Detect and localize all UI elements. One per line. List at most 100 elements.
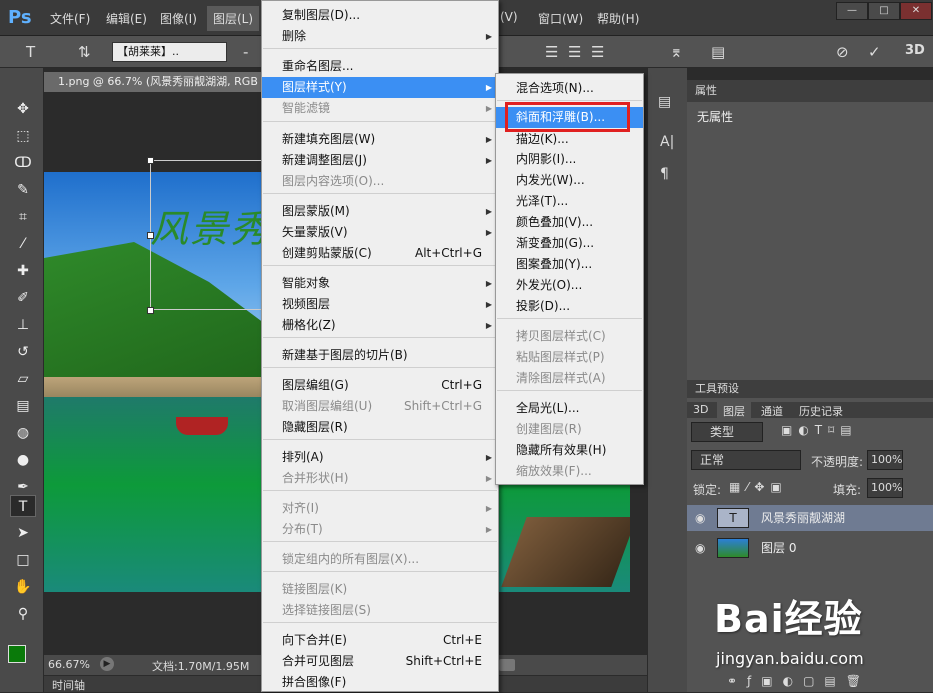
- lasso-tool-icon[interactable]: ↀ: [10, 152, 36, 174]
- layer-menu-item[interactable]: 删除 ▶: [262, 26, 498, 47]
- layer-style-menu-item[interactable]: 缩放效果(F)...: [496, 461, 643, 482]
- layer-menu-item[interactable]: 图层样式(Y) ▶: [262, 77, 498, 98]
- stamp-tool-icon[interactable]: ⊥: [10, 314, 36, 336]
- marquee-tool-icon[interactable]: ⬚: [10, 125, 36, 147]
- layer-menu-item[interactable]: 图层编组(G) Ctrl+G: [262, 375, 498, 396]
- layer-style-menu-item[interactable]: 全局光(L)...: [496, 398, 643, 419]
- layer-style-menu-item[interactable]: 描边(K)...: [496, 129, 643, 150]
- shape-tool-icon[interactable]: □: [10, 549, 36, 571]
- brush-tool-icon[interactable]: ✐: [10, 287, 36, 309]
- layer-menu-item[interactable]: 栅格化(Z) ▶: [262, 315, 498, 336]
- layer-menu-item[interactable]: 图层内容选项(O)...: [262, 171, 498, 192]
- tab-channels[interactable]: 通道: [761, 403, 783, 419]
- lock-icons[interactable]: ▦⁄✥▣: [729, 480, 788, 494]
- layer-menu-item[interactable]: 图层蒙版(M) ▶: [262, 201, 498, 222]
- menu-layer[interactable]: 图层(L): [207, 6, 260, 31]
- layer-style-menu-item[interactable]: 粘贴图层样式(P): [496, 347, 643, 368]
- font-style-field[interactable]: -: [243, 43, 248, 61]
- foreground-color-swatch[interactable]: [8, 645, 26, 663]
- gradient-tool-icon[interactable]: ▤: [10, 395, 36, 417]
- layer-menu-item[interactable]: 选择链接图层(S): [262, 600, 498, 621]
- text-bounding-box[interactable]: [150, 160, 265, 310]
- menu-file[interactable]: 文件(F): [50, 10, 90, 27]
- layer-menu-item[interactable]: 重命名图层...: [262, 56, 498, 77]
- dodge-tool-icon[interactable]: ●: [10, 449, 36, 471]
- panel-icon[interactable]: ▤: [658, 94, 671, 110]
- layer-menu-item[interactable]: 复制图层(D)...: [262, 5, 498, 26]
- menu-window[interactable]: 窗口(W): [538, 10, 583, 27]
- opacity-field[interactable]: 100%: [867, 450, 903, 470]
- eyedropper-tool-icon[interactable]: ⁄: [10, 233, 36, 255]
- path-select-tool-icon[interactable]: ➤: [10, 522, 36, 544]
- layer-menu-item[interactable]: 取消图层编组(U) Shift+Ctrl+G: [262, 396, 498, 417]
- layer-menu-item[interactable]: 创建剪贴蒙版(C) Alt+Ctrl+G: [262, 243, 498, 264]
- blend-mode-select[interactable]: 正常: [691, 450, 801, 470]
- layer-style-menu-item[interactable]: 渐变叠加(G)...: [496, 233, 643, 254]
- layer-style-menu-item[interactable]: 外发光(O)...: [496, 275, 643, 296]
- layer-menu-item[interactable]: 矢量蒙版(V) ▶: [262, 222, 498, 243]
- maximize-button[interactable]: □: [868, 2, 900, 20]
- move-tool-icon[interactable]: ✥: [10, 98, 36, 120]
- properties-header[interactable]: 属性: [687, 80, 933, 102]
- tool-presets-header[interactable]: 工具预设: [687, 380, 933, 398]
- layer-menu-item[interactable]: 新建调整图层(J) ▶: [262, 150, 498, 171]
- layer-style-menu-item[interactable]: 混合选项(N)...: [496, 78, 643, 99]
- layer-style-menu-item[interactable]: 隐藏所有效果(H): [496, 440, 643, 461]
- blur-tool-icon[interactable]: ◍: [10, 422, 36, 444]
- tab-3d[interactable]: 3D: [693, 403, 708, 416]
- layer-menu-item[interactable]: 新建填充图层(W) ▶: [262, 129, 498, 150]
- zoom-level[interactable]: 66.67%: [48, 658, 90, 671]
- cancel-icon[interactable]: ⊘: [836, 43, 849, 61]
- layer-menu-item[interactable]: 链接图层(K): [262, 579, 498, 600]
- layer-menu-item[interactable]: 隐藏图层(R): [262, 417, 498, 438]
- zoom-tool-icon[interactable]: ⚲: [10, 603, 36, 625]
- font-family-field[interactable]: 【胡莱莱】..: [112, 42, 227, 62]
- transform-handle[interactable]: [147, 307, 154, 314]
- layer-menu-item[interactable]: 分布(T) ▶: [262, 519, 498, 540]
- paragraph-panel-icon[interactable]: ¶: [660, 166, 669, 182]
- type-tool-icon[interactable]: T: [10, 495, 36, 517]
- 3d-icon[interactable]: 3D: [905, 43, 925, 58]
- menu-edit[interactable]: 编辑(E): [106, 10, 147, 27]
- layer-style-menu-item[interactable]: 投影(D)...: [496, 296, 643, 317]
- layer-menu-item[interactable]: 视频图层 ▶: [262, 294, 498, 315]
- warp-text-icon[interactable]: ⌆: [670, 43, 683, 61]
- menu-view[interactable]: (V): [500, 10, 518, 24]
- layer-style-menu-item[interactable]: 图案叠加(Y)...: [496, 254, 643, 275]
- history-brush-tool-icon[interactable]: ↺: [10, 341, 36, 363]
- transform-handle[interactable]: [147, 232, 154, 239]
- layer-menu-item[interactable]: 排列(A) ▶: [262, 447, 498, 468]
- layer-menu-item[interactable]: 合并形状(H) ▶: [262, 468, 498, 489]
- scrollbar-thumb[interactable]: [499, 659, 515, 671]
- status-menu-icon[interactable]: ▶: [100, 657, 114, 671]
- hand-tool-icon[interactable]: ✋: [10, 576, 36, 598]
- layer-row[interactable]: ◉ 图层 0: [687, 535, 933, 561]
- layer-menu-item[interactable]: 智能滤镜 ▶: [262, 98, 498, 119]
- layer-style-menu-item[interactable]: 光泽(T)...: [496, 191, 643, 212]
- quick-select-tool-icon[interactable]: ✎: [10, 179, 36, 201]
- commit-icon[interactable]: ✓: [868, 43, 881, 61]
- filter-icons[interactable]: ▣◐T⌑▤: [781, 423, 858, 437]
- crop-tool-icon[interactable]: ⌗: [10, 206, 36, 228]
- transform-handle[interactable]: [147, 157, 154, 164]
- align-left-icon[interactable]: ☰: [545, 43, 558, 61]
- character-panel-icon[interactable]: ▤: [711, 43, 725, 61]
- healing-tool-icon[interactable]: ✚: [10, 260, 36, 282]
- layer-menu-item[interactable]: 对齐(I) ▶: [262, 498, 498, 519]
- fill-field[interactable]: 100%: [867, 478, 903, 498]
- document-tab[interactable]: 1.png @ 66.7% (风景秀丽靓湖湖, RGB: [44, 72, 294, 92]
- layer-style-menu-item[interactable]: 清除图层样式(A): [496, 368, 643, 389]
- align-center-icon[interactable]: ☰: [568, 43, 581, 61]
- layer-name[interactable]: 图层 0: [761, 535, 796, 561]
- align-right-icon[interactable]: ☰: [591, 43, 604, 61]
- layer-menu-item[interactable]: 锁定组内的所有图层(X)...: [262, 549, 498, 570]
- close-button[interactable]: ✕: [900, 2, 932, 20]
- layer-menu-item[interactable]: 合并可见图层 Shift+Ctrl+E: [262, 651, 498, 672]
- eye-icon[interactable]: ◉: [695, 535, 705, 561]
- layer-style-menu-item[interactable]: 创建图层(R): [496, 419, 643, 440]
- toggle-orientation-icon[interactable]: ⇅: [78, 43, 91, 61]
- menu-help[interactable]: 帮助(H): [597, 10, 639, 27]
- layer-style-menu-item[interactable]: 拷贝图层样式(C): [496, 326, 643, 347]
- layer-style-menu-item[interactable]: 颜色叠加(V)...: [496, 212, 643, 233]
- layer-filter-select[interactable]: 类型: [691, 422, 763, 442]
